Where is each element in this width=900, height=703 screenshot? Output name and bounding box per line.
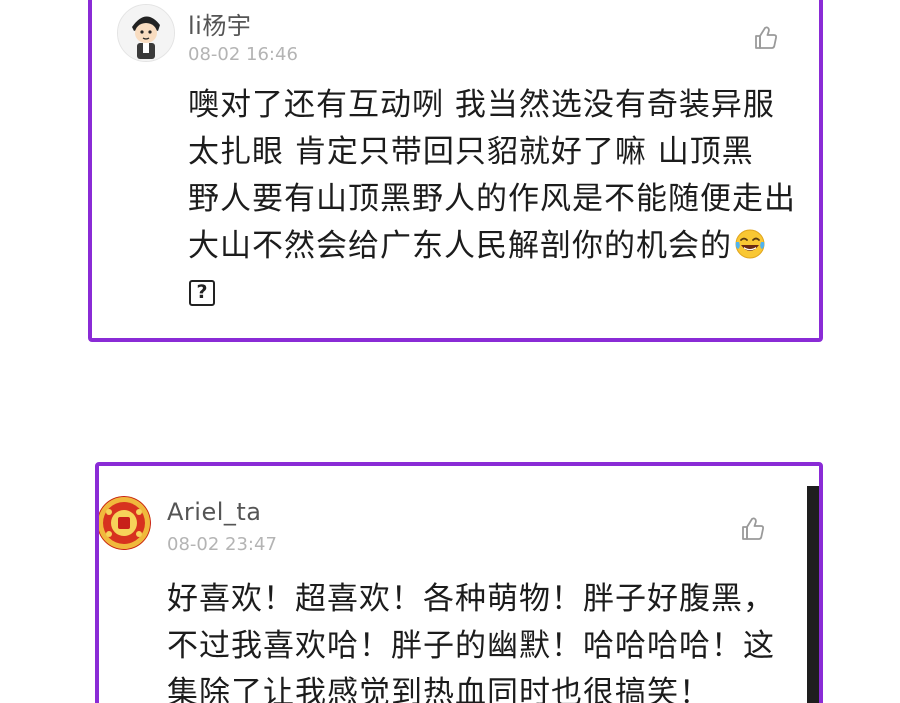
comment-text: 好喜欢！超喜欢！各种萌物！胖子好腹黑， 不过我喜欢哈！胖子的幽默！哈哈哈哈！这 …	[167, 576, 775, 703]
comment-line: 不过我喜欢哈！胖子的幽默！哈哈哈哈！这	[167, 628, 775, 664]
comment-line: 太扎眼 肯定只带回只貂就好了嘛 山顶黑	[188, 134, 754, 170]
thumbs-up-icon	[742, 517, 764, 540]
festive-badge-avatar-icon	[99, 497, 150, 549]
like-button[interactable]	[739, 515, 767, 543]
user-avatar[interactable]	[117, 4, 175, 62]
like-button[interactable]	[752, 24, 780, 52]
comment-line: 野人要有山顶黑野人的作风是不能随便走出	[188, 181, 796, 217]
comment-card-1: li杨宇 08-02 16:46 噢对了还有互动咧 我当然选没有奇装异服 太扎眼…	[88, 0, 823, 342]
edge-shadow	[807, 486, 819, 703]
cartoon-boy-avatar-icon	[118, 5, 174, 61]
comment-time: 08-02 23:47	[167, 534, 277, 555]
thumbs-up-icon	[755, 26, 777, 49]
comment-line: 集除了让我感觉到热血同时也很搞笑！	[167, 675, 711, 703]
comment-card-2: Ariel_ta 08-02 23:47 好喜欢！超喜欢！各种萌物！胖子好腹黑，…	[95, 462, 823, 703]
comment-line: 噢对了还有互动咧 我当然选没有奇装异服	[188, 87, 775, 123]
missing-emoji-placeholder: ?	[189, 280, 215, 306]
comment-line: 大山不然会给广东人民解剖你的机会的	[188, 223, 796, 270]
comments-screenshot: li杨宇 08-02 16:46 噢对了还有互动咧 我当然选没有奇装异服 太扎眼…	[0, 0, 900, 703]
comment-line-text: 大山不然会给广东人民解剖你的机会的	[188, 228, 732, 264]
comment-line: 好喜欢！超喜欢！各种萌物！胖子好腹黑，	[167, 581, 775, 617]
user-avatar[interactable]	[99, 496, 151, 550]
username[interactable]: Ariel_ta	[167, 498, 262, 526]
comment-time: 08-02 16:46	[188, 44, 298, 65]
comment-text: 噢对了还有互动咧 我当然选没有奇装异服 太扎眼 肯定只带回只貂就好了嘛 山顶黑 …	[188, 82, 796, 270]
laughing-tears-emoji-icon	[735, 229, 765, 259]
username[interactable]: li杨宇	[188, 6, 251, 41]
